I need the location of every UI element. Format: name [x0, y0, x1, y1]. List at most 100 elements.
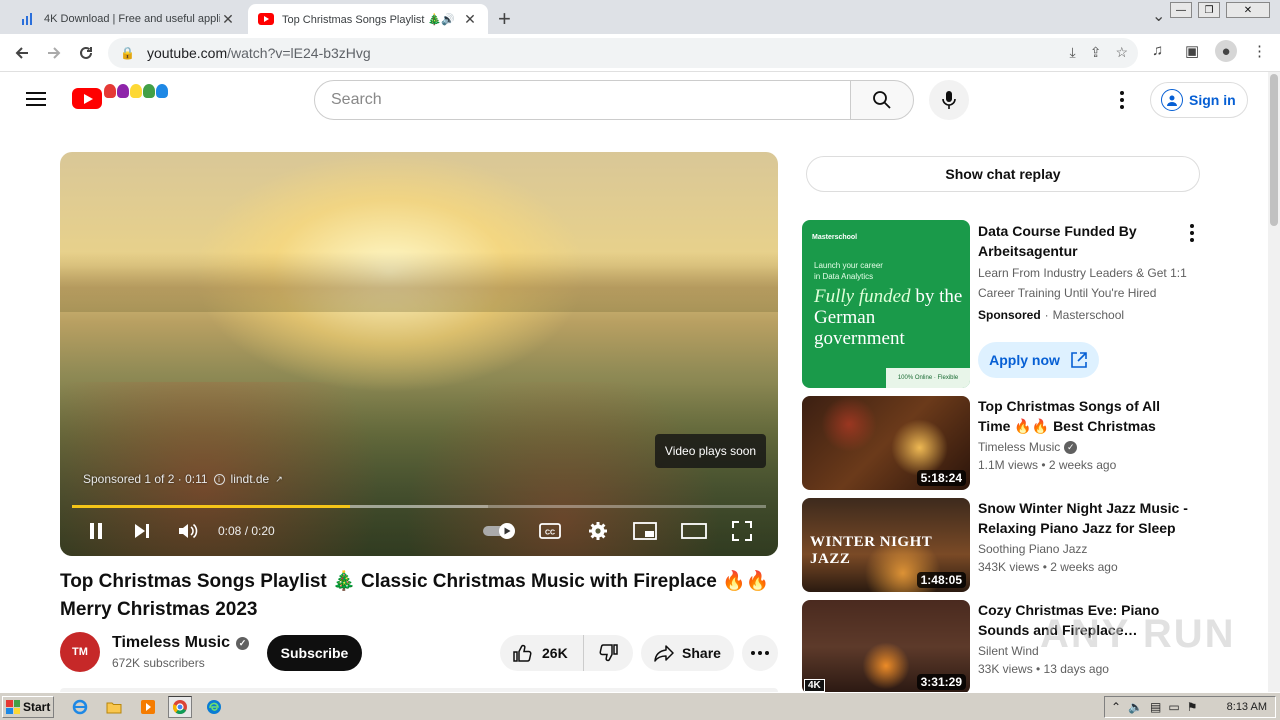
dot-separator: · [1044, 308, 1049, 322]
display-tray-icon[interactable]: ▭ [1168, 700, 1179, 714]
flag-tray-icon[interactable]: ⚑ [1187, 700, 1198, 714]
tab-search-chevron-icon[interactable]: ⌄ [1152, 6, 1165, 26]
recommendation-item[interactable]: 5:18:24 Top Christmas Songs of All Time … [802, 396, 1202, 490]
settings-kebab-icon[interactable] [1110, 88, 1134, 112]
minimize-icon[interactable]: — [1170, 2, 1192, 18]
tray-expand-icon[interactable]: ⌃ [1111, 700, 1121, 714]
page-scrollbar[interactable] [1268, 72, 1280, 692]
volume-icon[interactable] [176, 518, 202, 544]
progress-bar[interactable] [72, 505, 766, 508]
more-actions-icon[interactable] [742, 635, 778, 671]
start-button[interactable]: Start [2, 696, 54, 718]
menu-icon[interactable] [26, 92, 46, 106]
like-button[interactable]: 26K [500, 635, 584, 671]
edge-icon[interactable] [202, 696, 226, 718]
settings-gear-icon[interactable] [586, 518, 610, 544]
channel-name-row[interactable]: Timeless Music ✓ [112, 634, 249, 652]
video-thumbnail[interactable]: 4K 3:31:29 [802, 600, 970, 694]
next-icon[interactable] [130, 518, 154, 544]
lock-icon[interactable]: 🔒 [120, 46, 135, 60]
video-thumbnail[interactable]: WINTER NIGHT JAZZ 1:48:05 [802, 498, 970, 592]
anyrun-watermark: ANY RUN [1040, 612, 1236, 656]
recommendation-title[interactable]: Snow Winter Night Jazz Music - Relaxing … [978, 498, 1188, 538]
ad-thumb-tagline: Launch your career in Data Analytics [814, 261, 883, 281]
search-input[interactable]: Search [314, 80, 851, 120]
internet-explorer-icon[interactable] [68, 696, 92, 718]
forward-arrow-icon[interactable] [42, 41, 66, 65]
fullscreen-icon[interactable] [730, 518, 754, 544]
recommendation-meta: 1.1M views • 2 weeks ago [978, 458, 1117, 472]
video-frame-hills [60, 252, 778, 312]
apply-now-label: Apply now [989, 352, 1060, 368]
pause-icon[interactable] [84, 518, 108, 544]
svg-text:CC: CC [545, 530, 555, 537]
network-tray-icon[interactable]: ▤ [1150, 700, 1161, 714]
recommendation-channel[interactable]: Timeless Music [978, 440, 1060, 454]
media-control-icon[interactable]: ♫ [1152, 42, 1163, 59]
miniplayer-icon[interactable] [632, 518, 658, 544]
subscribe-button[interactable]: Subscribe [267, 635, 362, 671]
sponsor-link[interactable]: lindt.de [231, 472, 270, 486]
new-tab-icon[interactable]: + [498, 6, 511, 32]
theater-mode-icon[interactable] [680, 518, 708, 544]
recommendation-channel[interactable]: Soothing Piano Jazz [978, 542, 1087, 556]
thumb-overlay-text: WINTER NIGHT JAZZ [810, 534, 933, 567]
close-window-icon[interactable]: ✕ [1226, 2, 1270, 18]
file-explorer-icon[interactable] [102, 696, 126, 718]
install-app-icon[interactable]: ⤓ [1070, 44, 1076, 61]
profile-icon[interactable]: ● [1215, 40, 1237, 62]
recommendation-channel-row: Silent Wind [978, 644, 1039, 658]
close-tab-icon[interactable]: ✕ [462, 11, 478, 28]
show-chat-replay-button[interactable]: Show chat replay [806, 156, 1200, 192]
ad-sponsor-line: Sponsored · Masterschool [978, 308, 1124, 322]
voice-search-button[interactable] [929, 80, 969, 120]
recommendation-title[interactable]: Top Christmas Songs of All Time 🔥🔥 Best … [978, 396, 1188, 436]
reload-icon[interactable] [74, 41, 98, 65]
info-icon[interactable]: i [213, 473, 225, 485]
tab-title: Top Christmas Songs Playlist 🎄 [282, 13, 440, 26]
address-bar[interactable]: 🔒 youtube.com/watch?v=lE24-b3zHvg ⤓ ⇪ ☆ [108, 38, 1138, 68]
volume-tray-icon[interactable]: 🔈 [1128, 700, 1143, 714]
restore-icon[interactable]: ❐ [1198, 2, 1220, 18]
advertiser-name: Masterschool [1052, 308, 1125, 322]
holiday-doodle-logo[interactable] [104, 84, 168, 98]
scrollbar-thumb[interactable] [1270, 74, 1278, 226]
tab-4k-download[interactable]: 4K Download | Free and useful appli ✕ [10, 4, 246, 34]
video-thumbnail[interactable]: 5:18:24 [802, 396, 970, 490]
recommendation-meta: 343K views • 2 weeks ago [978, 560, 1118, 574]
ad-title[interactable]: Data Course Funded By Arbeitsagentur [978, 221, 1178, 261]
external-link-icon: ↗ [275, 473, 283, 484]
sponsor-text: Sponsored 1 of 2 · 0:11 [83, 472, 208, 486]
subscriber-count: 672K subscribers [112, 656, 205, 670]
search-button[interactable] [850, 80, 914, 120]
apply-now-button[interactable]: Apply now [978, 342, 1099, 378]
captions-icon[interactable]: CC [538, 518, 562, 544]
share-page-icon[interactable]: ⇪ [1090, 44, 1102, 61]
speaker-icon[interactable]: 🔊 [440, 13, 456, 26]
open-external-icon [1071, 352, 1087, 368]
bookmark-star-icon[interactable]: ☆ [1115, 44, 1128, 61]
share-button[interactable]: Share [641, 635, 734, 671]
media-player-icon[interactable] [136, 696, 160, 718]
close-tab-icon[interactable]: ✕ [220, 11, 236, 28]
recommendation-channel[interactable]: Silent Wind [978, 644, 1039, 658]
back-arrow-icon[interactable] [10, 41, 34, 65]
ad-options-icon[interactable] [1184, 224, 1200, 242]
side-panel-icon[interactable]: ▣ [1185, 42, 1199, 60]
video-player[interactable]: Video plays soon Sponsored 1 of 2 · 0:11… [60, 152, 778, 556]
video-plays-soon-overlay[interactable]: Video plays soon [655, 434, 766, 468]
ad-thumbnail[interactable]: Masterschool Launch your career in Data … [802, 220, 970, 388]
youtube-logo-icon[interactable] [72, 88, 102, 109]
recommendation-item[interactable]: WINTER NIGHT JAZZ 1:48:05 Snow Winter Ni… [802, 498, 1202, 592]
sign-in-button[interactable]: Sign in [1150, 82, 1248, 118]
channel-name[interactable]: Timeless Music [112, 634, 230, 652]
channel-avatar[interactable]: TM [60, 632, 100, 672]
dislike-button[interactable] [584, 643, 633, 663]
recommendation-channel-row: Soothing Piano Jazz [978, 542, 1087, 556]
chrome-menu-icon[interactable]: ⋮ [1252, 42, 1267, 60]
tab-youtube[interactable]: Top Christmas Songs Playlist 🎄 🔊 ✕ [248, 4, 488, 34]
autoplay-toggle[interactable] [482, 518, 518, 544]
browser-tab-strip: 4K Download | Free and useful appli ✕ To… [0, 0, 1280, 34]
chrome-taskbar-icon[interactable] [168, 696, 192, 718]
taskbar-clock[interactable]: 8:13 AM [1227, 701, 1267, 713]
